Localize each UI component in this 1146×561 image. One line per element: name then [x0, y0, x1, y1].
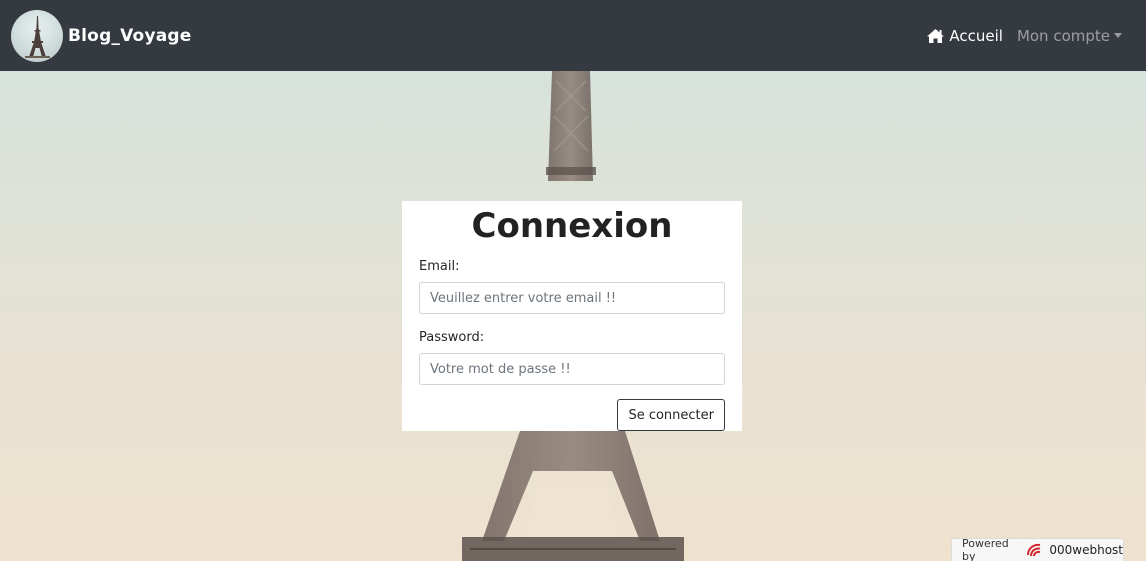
eiffel-tower-icon: [25, 15, 50, 58]
login-card: Connexion Email: Password: Se connecter: [402, 201, 742, 431]
nav-home-link[interactable]: Accueil: [926, 27, 1003, 45]
brand-name: Blog_Voyage: [68, 25, 192, 46]
brand-link[interactable]: Blog_Voyage: [11, 9, 192, 62]
powered-by-host: 000webhost: [1049, 543, 1123, 557]
chevron-down-icon: [1114, 33, 1122, 38]
nav-home-label: Accueil: [949, 26, 1003, 45]
powered-by-label: Powered by: [962, 537, 1009, 561]
password-field[interactable]: [419, 353, 725, 385]
login-title: Connexion: [471, 206, 673, 246]
email-label: Email:: [419, 259, 460, 274]
login-button[interactable]: Se connecter: [617, 399, 725, 431]
brand-logo: [11, 9, 63, 62]
password-label: Password:: [419, 330, 485, 345]
navbar: Blog_Voyage Accueil Mon compte: [0, 0, 1146, 71]
nav-account-dropdown[interactable]: Mon compte: [1017, 27, 1122, 45]
000webhost-logo-icon: [1025, 542, 1045, 558]
nav-account-label: Mon compte: [1016, 26, 1110, 45]
email-field[interactable]: [419, 282, 725, 314]
nav-links: Accueil Mon compte: [926, 0, 1122, 71]
powered-by-badge[interactable]: Powered by 000webhost: [951, 537, 1124, 561]
home-icon: [926, 28, 945, 44]
submit-row: Se connecter: [419, 399, 725, 431]
